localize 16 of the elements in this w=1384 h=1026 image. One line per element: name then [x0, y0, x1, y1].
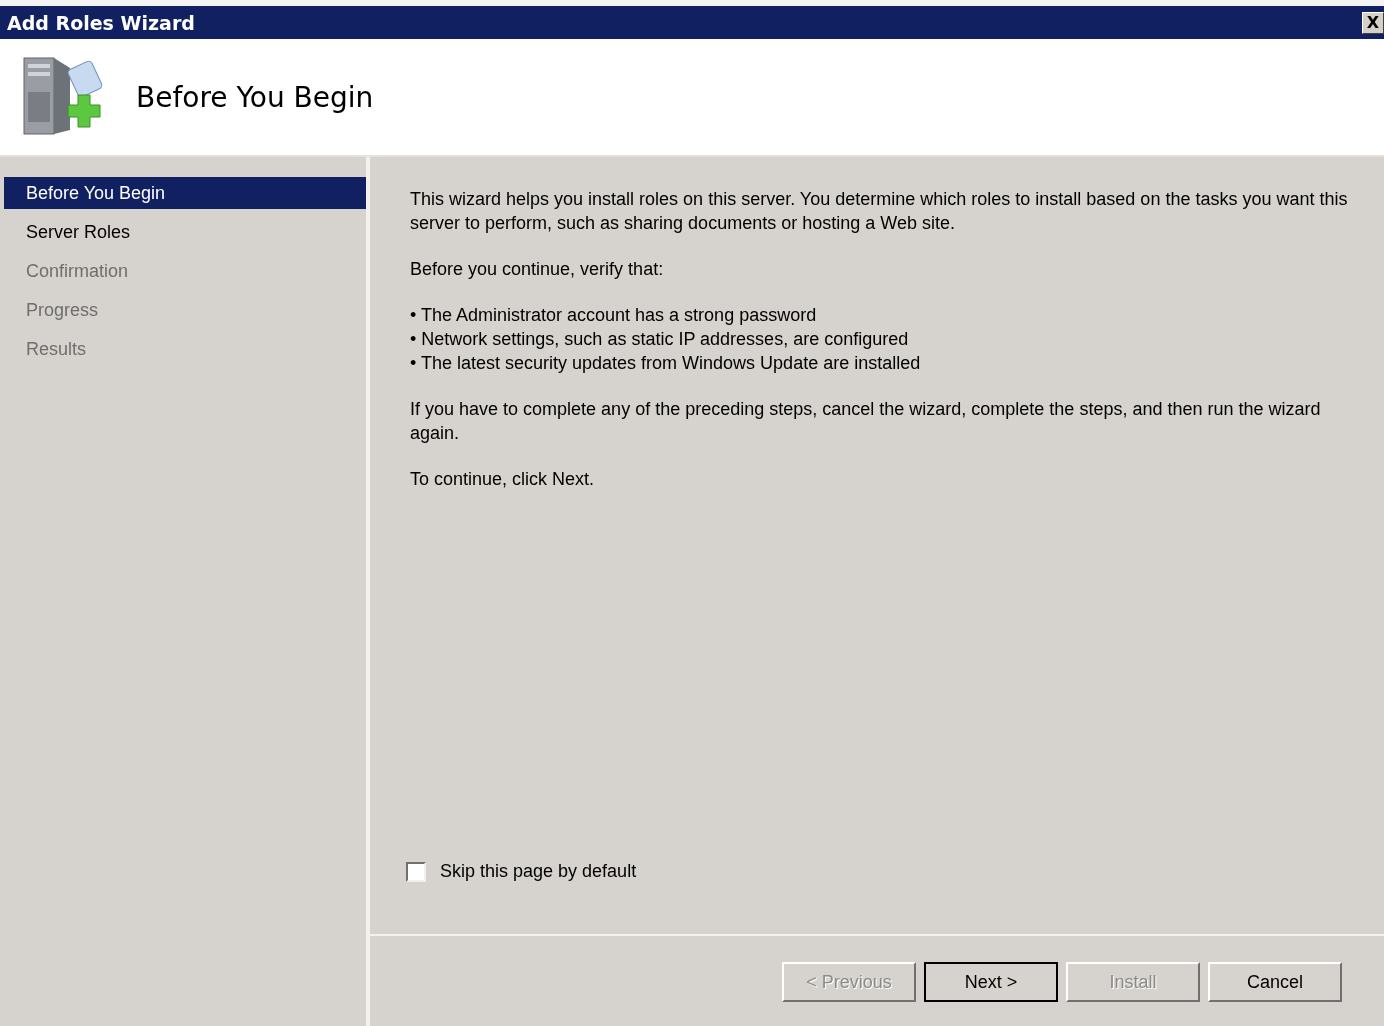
page-title: Before You Begin — [136, 80, 374, 114]
wizard-button[interactable]: Cancel — [1208, 962, 1342, 1002]
close-button[interactable]: X — [1362, 11, 1384, 34]
checkbox-label: Skip this page by default — [440, 861, 637, 882]
bullet-item: • The latest security updates from Windows Update are installed — [410, 352, 922, 375]
window-title: Add Roles Wizard — [7, 11, 195, 34]
paragraph: Before you continue, verify that: — [410, 258, 665, 281]
paragraph: If you have to complete any of the preceding steps, cancel the wizard, complete the steps, and then run the wizard again. — [410, 398, 1322, 445]
paragraph: To continue, click Next. — [410, 468, 596, 491]
step-item[interactable]: Server Roles — [4, 216, 366, 248]
bullet-item: • Network settings, such as static IP addresses, are configured — [410, 328, 910, 351]
bullet-item: • The Administrator account has a strong password — [410, 304, 818, 327]
step-item[interactable]: Before You Begin — [4, 177, 366, 209]
wizard-button[interactable]: Next > — [924, 962, 1058, 1002]
skip-checkbox[interactable] — [406, 861, 426, 882]
paragraph: This wizard helps you install roles on this server. You determine which roles to install based on the tasks you want this server to perform, such as sharing documents or hosting a Web site. — [410, 188, 1349, 235]
